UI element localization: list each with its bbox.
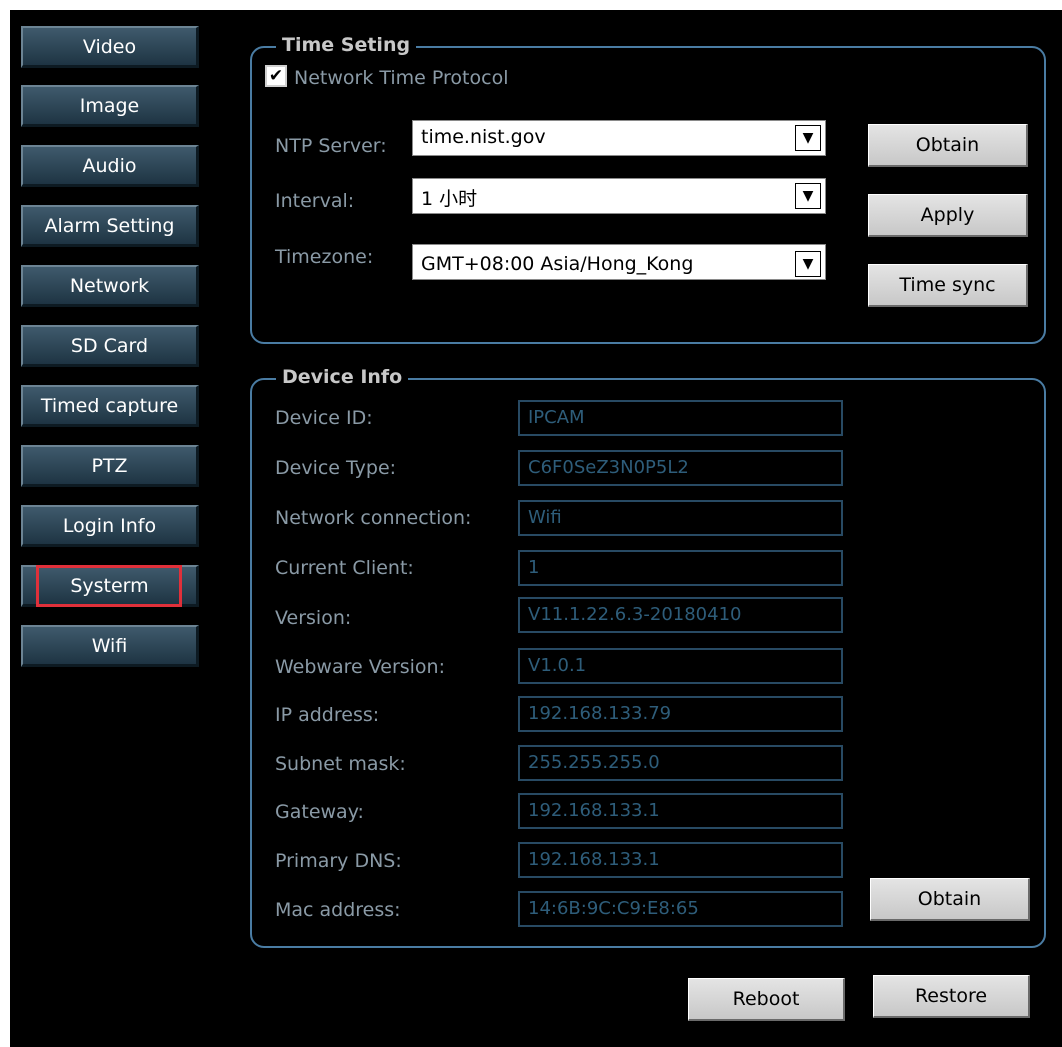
ntp-checkbox-label: Network Time Protocol xyxy=(294,67,509,89)
sidebar-item-systerm[interactable]: Systerm xyxy=(21,565,199,607)
primary-dns-label: Primary DNS: xyxy=(275,850,402,872)
apply-button-label: Apply xyxy=(920,204,975,226)
ntp-server-select[interactable]: time.nist.gov xyxy=(412,120,826,156)
network-connection-label: Network connection: xyxy=(275,507,472,529)
checkmark-icon: ✔ xyxy=(268,66,284,86)
mac-address-label: Mac address: xyxy=(275,899,401,921)
sidebar-item-wifi[interactable]: Wifi xyxy=(21,625,199,667)
sidebar-item-video[interactable]: Video xyxy=(21,26,199,68)
ntp-checkbox[interactable]: ✔ xyxy=(265,65,287,87)
timezone-select[interactable]: GMT+08:00 Asia/Hong_Kong xyxy=(412,244,826,280)
time-sync-button[interactable]: Time sync xyxy=(868,264,1028,307)
sidebar-item-label: Alarm Setting xyxy=(44,214,175,237)
sidebar-item-label: Network xyxy=(69,274,150,297)
restore-button-label: Restore xyxy=(914,985,988,1007)
sidebar-item-label: Systerm xyxy=(70,574,149,597)
device-obtain-button-label: Obtain xyxy=(917,888,982,910)
sidebar-item-network[interactable]: Network xyxy=(21,265,199,307)
sidebar-item-label: Timed capture xyxy=(40,394,179,417)
timezone-label: Timezone: xyxy=(275,246,374,268)
chevron-down-icon[interactable] xyxy=(795,251,821,277)
time-sync-button-label: Time sync xyxy=(899,274,996,296)
subnet-mask-label: Subnet mask: xyxy=(275,753,406,775)
ntp-server-value: time.nist.gov xyxy=(421,126,546,148)
device-info-legend: Device Info xyxy=(276,366,409,388)
timezone-value: GMT+08:00 Asia/Hong_Kong xyxy=(421,253,694,275)
sidebar-item-login-info[interactable]: Login Info xyxy=(21,505,199,547)
interval-label: Interval: xyxy=(275,190,355,212)
device-id-label: Device ID: xyxy=(275,407,373,429)
ntp-obtain-button[interactable]: Obtain xyxy=(868,124,1028,167)
apply-button[interactable]: Apply xyxy=(868,194,1028,237)
sidebar-item-label: Wifi xyxy=(91,634,128,657)
version-label: Version: xyxy=(275,607,352,629)
current-client-label: Current Client: xyxy=(275,557,414,579)
ntp-obtain-button-label: Obtain xyxy=(915,134,980,156)
gateway-field: 192.168.133.1 xyxy=(518,793,843,829)
primary-dns-field: 192.168.133.1 xyxy=(518,842,843,878)
reboot-button-label: Reboot xyxy=(732,988,800,1010)
device-id-field: IPCAM xyxy=(518,400,843,436)
webware-version-field: V1.0.1 xyxy=(518,648,843,684)
subnet-mask-field: 255.255.255.0 xyxy=(518,745,843,781)
sidebar-item-label: SD Card xyxy=(70,334,149,357)
chevron-down-icon[interactable] xyxy=(795,125,821,151)
device-obtain-button[interactable]: Obtain xyxy=(870,878,1030,921)
ntp-server-label: NTP Server: xyxy=(275,135,387,157)
device-type-field: C6F0SeZ3N0P5L2 xyxy=(518,450,843,486)
reboot-button[interactable]: Reboot xyxy=(688,978,845,1021)
sidebar-item-alarm-setting[interactable]: Alarm Setting xyxy=(21,205,199,247)
network-connection-field: Wifi xyxy=(518,500,843,536)
sidebar-item-audio[interactable]: Audio xyxy=(21,145,199,187)
sidebar-item-label: PTZ xyxy=(91,454,128,477)
sidebar-item-label: Login Info xyxy=(62,514,157,537)
sidebar-item-label: Image xyxy=(79,94,140,117)
sidebar-item-label: Audio xyxy=(82,154,137,177)
gateway-label: Gateway: xyxy=(275,801,364,823)
mac-address-field: 14:6B:9C:C9:E8:65 xyxy=(518,891,843,927)
sidebar-item-image[interactable]: Image xyxy=(21,85,199,127)
current-client-field: 1 xyxy=(518,550,843,586)
device-type-label: Device Type: xyxy=(275,457,397,479)
sidebar-item-timed-capture[interactable]: Timed capture xyxy=(21,385,199,427)
ip-address-label: IP address: xyxy=(275,704,380,726)
sidebar-item-label: Video xyxy=(82,35,137,58)
sidebar-item-ptz[interactable]: PTZ xyxy=(21,445,199,487)
ip-address-field: 192.168.133.79 xyxy=(518,696,843,732)
interval-value: 1 小时 xyxy=(421,188,478,210)
time-setting-legend: Time Seting xyxy=(276,34,417,56)
chevron-down-icon[interactable] xyxy=(795,183,821,209)
restore-button[interactable]: Restore xyxy=(873,975,1030,1018)
version-field: V11.1.22.6.3-20180410 xyxy=(518,597,843,633)
sidebar-item-sd-card[interactable]: SD Card xyxy=(21,325,199,367)
webware-version-label: Webware Version: xyxy=(275,656,445,678)
interval-select[interactable]: 1 小时 xyxy=(412,178,826,214)
